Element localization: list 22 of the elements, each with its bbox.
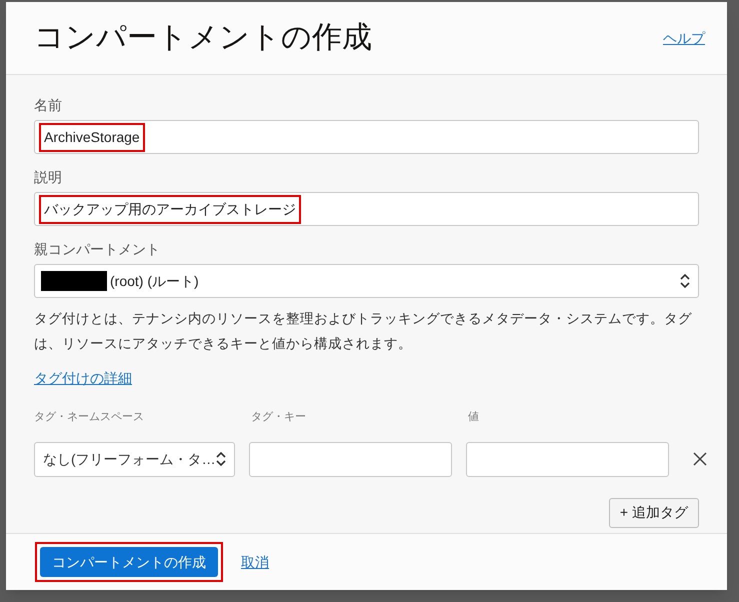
tag-value-field[interactable] [466,442,669,476]
chevron-updown-icon [680,273,690,289]
dialog-title: コンパートメントの作成 [34,23,372,53]
text-field[interactable]: ArchiveStorage [34,120,699,154]
create-compartment-button[interactable]: コンパートメントの作成 [40,547,218,577]
chevron-updown-icon [216,451,226,467]
parent-compartment-select[interactable]: (root) (ルート) [34,264,699,298]
tagging-details-link[interactable]: タグ付けの詳細 [34,368,132,389]
tagging-description: タグ付けとは、テナンシ内のリソースを整理およびトラッキングできるメタデータ・システムです。タグは、リソースにアタッチできるキーと値から構成されます。 [34,310,693,353]
field-label: 説明 [34,168,63,187]
field-label: 名前 [34,96,63,115]
column-label: タグ・ネームスペース [34,410,145,425]
add-tag-button[interactable]: + 追加タグ [608,498,699,528]
tag-key-field[interactable] [248,442,452,476]
cancel-link[interactable]: 取消 [241,552,269,572]
close-icon[interactable] [692,452,707,466]
column-label: 値 [468,410,480,425]
field-label: 親コンパートメント [34,240,161,259]
namespace-select[interactable]: なし(フリーフォーム・タ… [34,442,235,476]
text-field[interactable]: バックアップ用のアーカイブストレージ [34,192,699,226]
help-link[interactable]: ヘルプ [663,28,705,48]
column-label: タグ・キー [251,410,307,425]
